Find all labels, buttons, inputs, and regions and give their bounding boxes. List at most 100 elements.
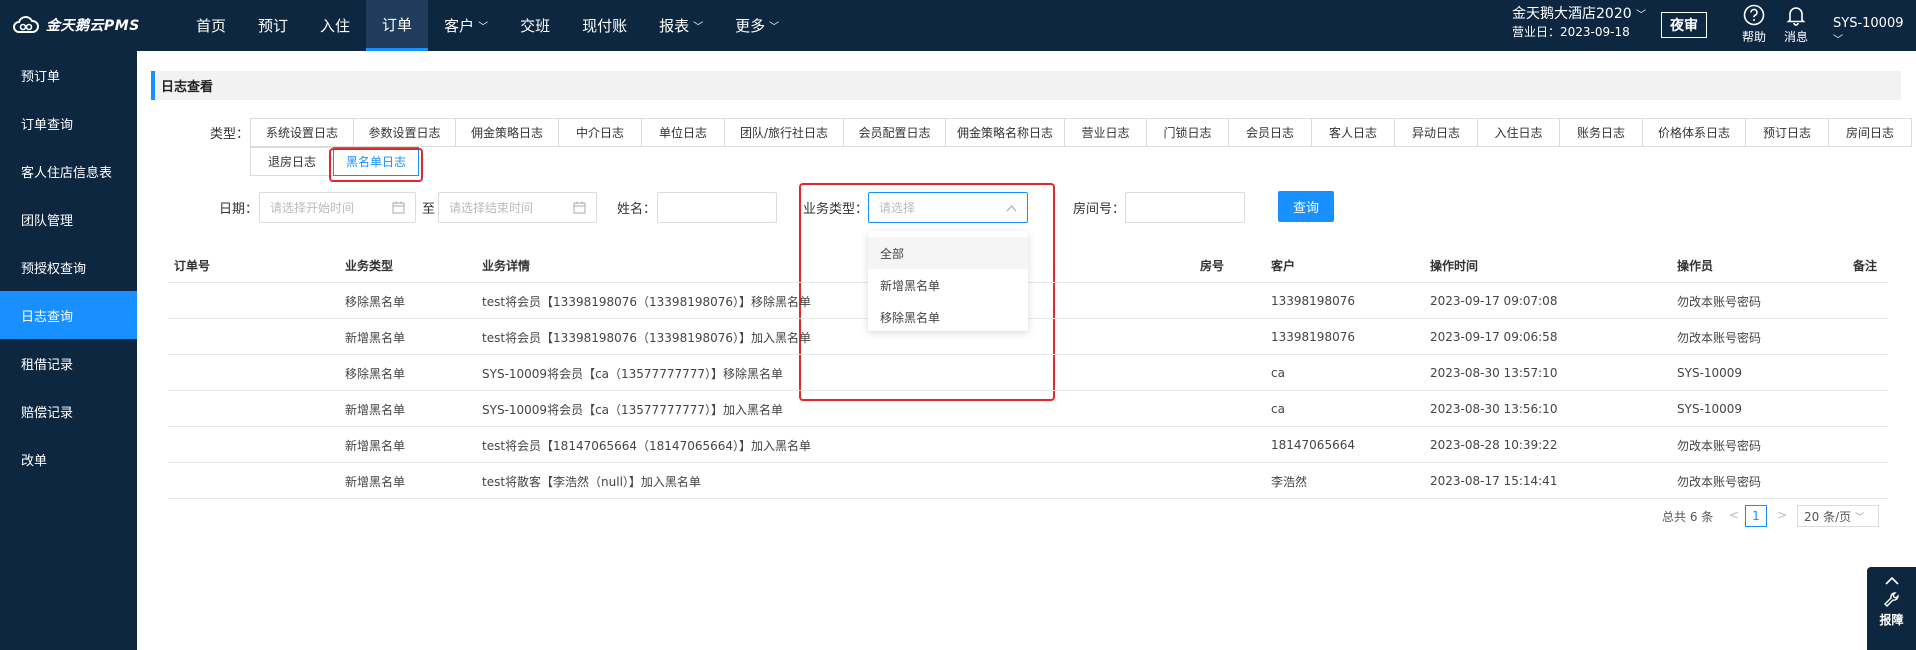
table-cell: test将散客【李浩然（null）】加入黑名单 xyxy=(482,474,701,489)
table-cell: 2023-08-30 13:57:10 xyxy=(1430,366,1558,380)
nav-item[interactable]: 交班 xyxy=(504,0,566,51)
log-tab[interactable]: 房间日志 xyxy=(1828,118,1912,147)
query-button[interactable]: 查询 xyxy=(1278,191,1334,222)
calendar-icon xyxy=(392,201,405,214)
next-page-icon[interactable]: > xyxy=(1777,508,1787,522)
nav-item[interactable]: 首页 xyxy=(180,0,242,51)
column-header[interactable]: 备注 xyxy=(1853,247,1877,283)
type-label: 类型： xyxy=(210,127,250,142)
table-row[interactable]: 新增黑名单 SYS-10009将会员【ca（13577777777）】加入黑名单 c… xyxy=(168,391,1888,427)
table-cell: SYS-10009 xyxy=(1677,402,1743,416)
table-row[interactable]: 新增黑名单 test将会员【18147065664（18147065664）】加入… xyxy=(168,427,1888,463)
sidebar-item[interactable]: 改单 xyxy=(0,435,137,483)
log-table: 订单号 业务类型 业务详情 房号 客户 操作时间 操作员 备注 移除黑名单 test将会员【133… xyxy=(168,247,1888,499)
column-header[interactable]: 订单号 xyxy=(174,247,210,283)
start-date-input[interactable]: 请选择开始时间 xyxy=(259,192,416,223)
sidebar-item[interactable]: 日志查询 xyxy=(0,291,137,339)
wrench-icon xyxy=(1883,592,1899,607)
log-tab[interactable]: 参数设置日志 xyxy=(353,118,456,147)
nav-item[interactable]: 入住 xyxy=(304,0,366,51)
table-cell: 新增黑名单 xyxy=(345,402,406,417)
column-header[interactable]: 操作员 xyxy=(1677,247,1713,283)
table-row[interactable]: 新增黑名单 test将会员【13398198076（13398198076）】加入… xyxy=(168,319,1888,355)
log-tab[interactable]: 会员配置日志 xyxy=(843,118,946,147)
table-cell: 勿改本账号密码 xyxy=(1677,330,1762,345)
sidebar-item[interactable]: 预订单 xyxy=(0,51,137,99)
sidebar-item[interactable]: 团队管理 xyxy=(0,195,137,243)
chevron-down-icon: ﹀ xyxy=(693,22,704,33)
calendar-icon xyxy=(573,201,586,214)
log-tab[interactable]: 客人日志 xyxy=(1311,118,1395,147)
log-tab[interactable]: 退房日志 xyxy=(250,147,334,176)
table-cell: 移除黑名单 xyxy=(345,366,406,381)
sidebar-item[interactable]: 预授权查询 xyxy=(0,243,137,291)
user-menu[interactable]: SYS-10009 ﹀ xyxy=(1833,16,1916,47)
log-tab[interactable]: 团队/旅行社日志 xyxy=(724,118,844,147)
nav-item[interactable]: 更多 ﹀ xyxy=(719,0,795,51)
log-tab[interactable]: 会员日志 xyxy=(1228,118,1312,147)
dropdown-option-remove[interactable]: 移除黑名单 xyxy=(868,301,1028,333)
nav-item-label: 预订 xyxy=(258,17,289,35)
nav-item[interactable]: 报表 ﹀ xyxy=(643,0,719,51)
logo-text: 金天鹅云PMS xyxy=(46,18,140,34)
nav-item-label: 报表 xyxy=(659,17,690,35)
log-tab[interactable]: 价格体系日志 xyxy=(1642,118,1746,147)
sidebar-item[interactable]: 租借记录 xyxy=(0,339,137,387)
end-date-placeholder: 请选择结束时间 xyxy=(449,201,534,215)
page-size-select[interactable]: 20 条/页 ﹀ xyxy=(1797,505,1879,527)
prev-page-icon[interactable]: < xyxy=(1729,508,1739,522)
nav-item-label: 现付账 xyxy=(582,17,628,35)
night-audit-button[interactable]: 夜审 xyxy=(1661,12,1707,38)
log-tab[interactable]: 账务日志 xyxy=(1559,118,1643,147)
dropdown-option-add[interactable]: 新增黑名单 xyxy=(868,269,1028,301)
help-button[interactable]: 帮助 xyxy=(1738,4,1770,45)
table-row[interactable]: 移除黑名单 test将会员【13398198076（13398198076）】移除… xyxy=(168,283,1888,319)
log-tab[interactable]: 单位日志 xyxy=(641,118,725,147)
messages-button[interactable]: 消息 xyxy=(1780,4,1812,45)
table-row[interactable]: 移除黑名单 SYS-10009将会员【ca（13577777777）】移除黑名单 c… xyxy=(168,355,1888,391)
log-tab[interactable]: 入住日志 xyxy=(1477,118,1560,147)
column-header[interactable]: 业务详情 xyxy=(482,247,530,283)
report-issue-button[interactable]: 报障 xyxy=(1867,567,1916,650)
log-tab[interactable]: 营业日志 xyxy=(1064,118,1147,147)
log-tab[interactable]: 佣金策略日志 xyxy=(455,118,559,147)
column-header[interactable]: 业务类型 xyxy=(345,247,393,283)
nav-item[interactable]: 预订 xyxy=(242,0,304,51)
sidebar-item[interactable]: 订单查询 xyxy=(0,99,137,147)
table-cell: 新增黑名单 xyxy=(345,474,406,489)
nav-item[interactable]: 现付账 xyxy=(566,0,643,51)
log-tab[interactable]: 预订日志 xyxy=(1745,118,1829,147)
help-icon xyxy=(1743,4,1765,26)
log-tab[interactable]: 异动日志 xyxy=(1394,118,1478,147)
sidebar-item[interactable]: 客人住店信息表 xyxy=(0,147,137,195)
room-input[interactable] xyxy=(1125,192,1245,223)
log-tab[interactable]: 中介日志 xyxy=(558,118,642,147)
biz-type-dropdown: 全部 新增黑名单 移除黑名单 xyxy=(868,231,1028,331)
table-cell: 新增黑名单 xyxy=(345,330,406,345)
log-tab[interactable]: 佣金策略名称日志 xyxy=(945,118,1065,147)
table-cell: 13398198076 xyxy=(1271,330,1355,344)
table-cell: 2023-08-17 15:14:41 xyxy=(1430,474,1558,488)
log-tab[interactable]: 系统设置日志 xyxy=(250,118,354,147)
table-row[interactable]: 新增黑名单 test将散客【李浩然（null）】加入黑名单 李浩然 2023-08-1… xyxy=(168,463,1888,499)
name-input[interactable] xyxy=(657,192,777,223)
nav-item[interactable]: 客户 ﹀ xyxy=(428,0,504,51)
sidebar-item[interactable]: 赔偿记录 xyxy=(0,387,137,435)
hotel-selector[interactable]: 金天鹅大酒店2020 ﹀ 营业日：2023-09-18 xyxy=(1512,6,1646,41)
column-header[interactable]: 操作时间 xyxy=(1430,247,1478,283)
chevron-down-icon: ﹀ xyxy=(1855,512,1865,523)
dropdown-option-all[interactable]: 全部 xyxy=(868,237,1028,269)
table-cell: 勿改本账号密码 xyxy=(1677,294,1762,309)
page-number-current[interactable]: 1 xyxy=(1745,505,1767,527)
nav-item[interactable]: 订单 xyxy=(366,0,429,51)
column-header[interactable]: 客户 xyxy=(1271,247,1295,283)
nav-item-label: 更多 xyxy=(735,17,766,35)
column-header[interactable]: 房号 xyxy=(1200,247,1224,283)
logo[interactable]: 金天鹅云PMS xyxy=(12,14,140,36)
log-tab[interactable]: 门锁日志 xyxy=(1146,118,1229,147)
table-cell: ca xyxy=(1271,366,1285,380)
end-date-input[interactable]: 请选择结束时间 xyxy=(438,192,597,223)
nav-item-label: 首页 xyxy=(196,17,227,35)
nav-item-label: 客户 xyxy=(444,17,475,35)
table-cell: ca xyxy=(1271,402,1285,416)
